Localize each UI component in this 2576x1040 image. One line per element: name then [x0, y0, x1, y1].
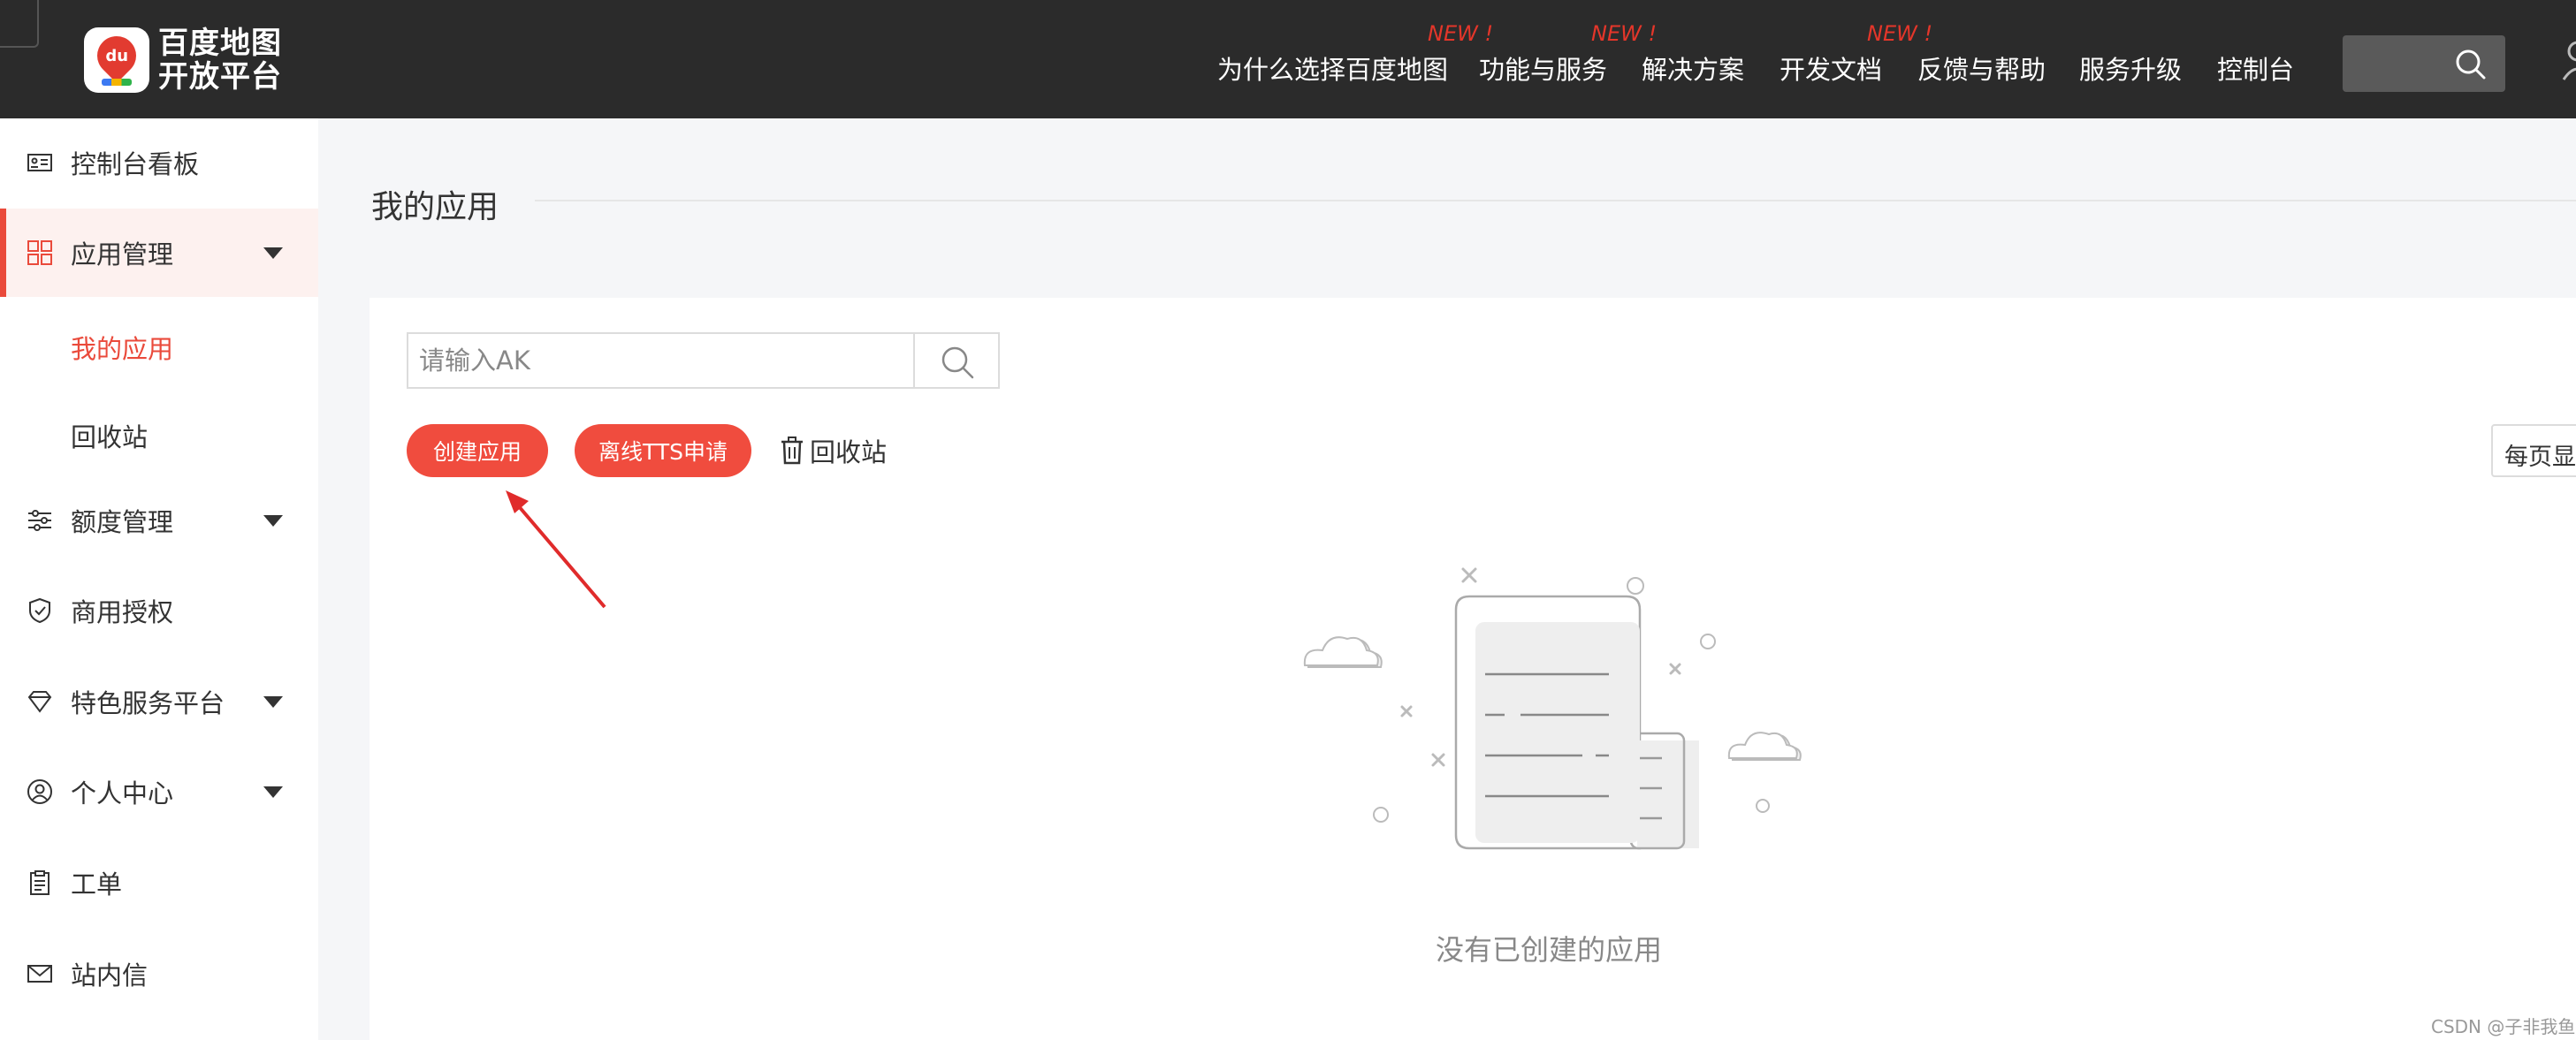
- cloud-icon: [1303, 636, 1383, 668]
- nav-feedback[interactable]: 反馈与帮助: [1917, 49, 2046, 87]
- user-circle-icon: [27, 779, 52, 804]
- sidebar-item-featured-services[interactable]: 特色服务平台: [0, 657, 318, 746]
- shield-check-icon: [29, 597, 50, 624]
- trash-icon: [781, 436, 803, 465]
- ak-search-input[interactable]: [407, 332, 913, 389]
- sidebar-item-label: 站内信: [71, 960, 149, 991]
- nav-console[interactable]: 控制台: [2217, 49, 2294, 87]
- logo-base: [102, 79, 132, 86]
- title-divider: [535, 200, 2576, 201]
- sidebar-item-label: 应用管理: [71, 239, 174, 269]
- nav-features-new-badge: NEW !: [1428, 21, 1494, 46]
- recycle-bin-link[interactable]: 回收站: [780, 433, 887, 468]
- top-bar: du 百度地图 开放平台 为什么选择百度地图 功能与服务 NEW ! 解决方案 …: [0, 0, 2576, 118]
- sidebar-subitem-recycle-bin[interactable]: 回收站: [71, 417, 148, 454]
- sidebar-item-app-management[interactable]: 应用管理: [0, 209, 318, 297]
- user-icon[interactable]: [2562, 39, 2576, 81]
- map-pin-icon: du: [88, 27, 145, 84]
- chevron-down-icon[interactable]: [263, 695, 283, 708]
- window-corner: [0, 0, 39, 48]
- sidebar-item-label: 额度管理: [71, 507, 174, 537]
- nav-upgrade[interactable]: 服务升级: [2079, 49, 2182, 87]
- dashboard-card-icon: [27, 154, 52, 171]
- sidebar-item-messages[interactable]: 站内信: [0, 930, 318, 1018]
- recycle-bin-label: 回收站: [810, 437, 888, 467]
- sidebar: 控制台看板 应用管理 我的应用 回收站 额度管理 商用授权 特色服务平台 个人中…: [0, 118, 318, 1040]
- sidebar-item-label: 工单: [71, 869, 123, 900]
- sidebar-item-label: 个人中心: [71, 778, 174, 808]
- nav-feedback-new-badge: NEW !: [1867, 21, 1933, 46]
- nav-features[interactable]: 功能与服务: [1479, 49, 1607, 87]
- nav-docs[interactable]: 开发文档: [1780, 49, 1882, 87]
- sidebar-item-label: 商用授权: [71, 597, 174, 627]
- logo-badge-text: du: [105, 46, 128, 65]
- sidebar-subitem-my-apps[interactable]: 我的应用: [71, 329, 173, 366]
- chevron-down-icon[interactable]: [263, 514, 283, 527]
- diamond-icon: [27, 691, 52, 713]
- watermark: CSDN @子非我鱼: [2431, 1016, 2576, 1037]
- cloud-icon: [1727, 732, 1802, 761]
- logo[interactable]: du 百度地图 开放平台: [84, 27, 282, 94]
- search-icon: [941, 346, 974, 379]
- sidebar-item-dashboard[interactable]: 控制台看板: [0, 118, 318, 207]
- chevron-down-icon[interactable]: [263, 786, 283, 798]
- ak-search-button[interactable]: [913, 332, 1000, 389]
- chevron-down-icon[interactable]: [263, 247, 283, 259]
- sliders-icon: [28, 510, 51, 531]
- clipboard-icon: [30, 870, 50, 895]
- nav-why-baidu[interactable]: 为什么选择百度地图: [1217, 49, 1448, 87]
- per-page-select[interactable]: 每页显: [2491, 424, 2576, 477]
- empty-state-illustration: [1303, 567, 1802, 850]
- logo-badge: du: [84, 27, 149, 93]
- offline-tts-apply-button[interactable]: 离线TTS申请: [575, 424, 751, 477]
- sidebar-item-quota[interactable]: 额度管理: [0, 476, 318, 565]
- page-title: 我的应用: [371, 189, 499, 225]
- annotation-arrow-icon: [506, 490, 606, 609]
- sidebar-item-label: 控制台看板: [71, 149, 200, 179]
- grid-icon: [27, 240, 52, 265]
- search-icon[interactable]: [2454, 48, 2486, 80]
- nav-solutions-new-badge: NEW !: [1591, 21, 1658, 46]
- empty-state-text: 没有已创建的应用: [1436, 933, 1663, 967]
- logo-text-line2: 开放平台: [158, 59, 282, 95]
- sidebar-item-commercial-license[interactable]: 商用授权: [0, 566, 318, 655]
- header-search[interactable]: [2343, 35, 2505, 92]
- logo-text-line1: 百度地图: [158, 26, 282, 61]
- nav-solutions[interactable]: 解决方案: [1642, 49, 1744, 87]
- mail-icon: [27, 965, 52, 983]
- logo-text: 百度地图 开放平台: [158, 27, 282, 94]
- sidebar-item-personal-center[interactable]: 个人中心: [0, 748, 318, 836]
- create-app-button[interactable]: 创建应用: [407, 424, 548, 477]
- sidebar-item-tickets[interactable]: 工单: [0, 839, 318, 927]
- sidebar-item-label: 特色服务平台: [71, 688, 225, 718]
